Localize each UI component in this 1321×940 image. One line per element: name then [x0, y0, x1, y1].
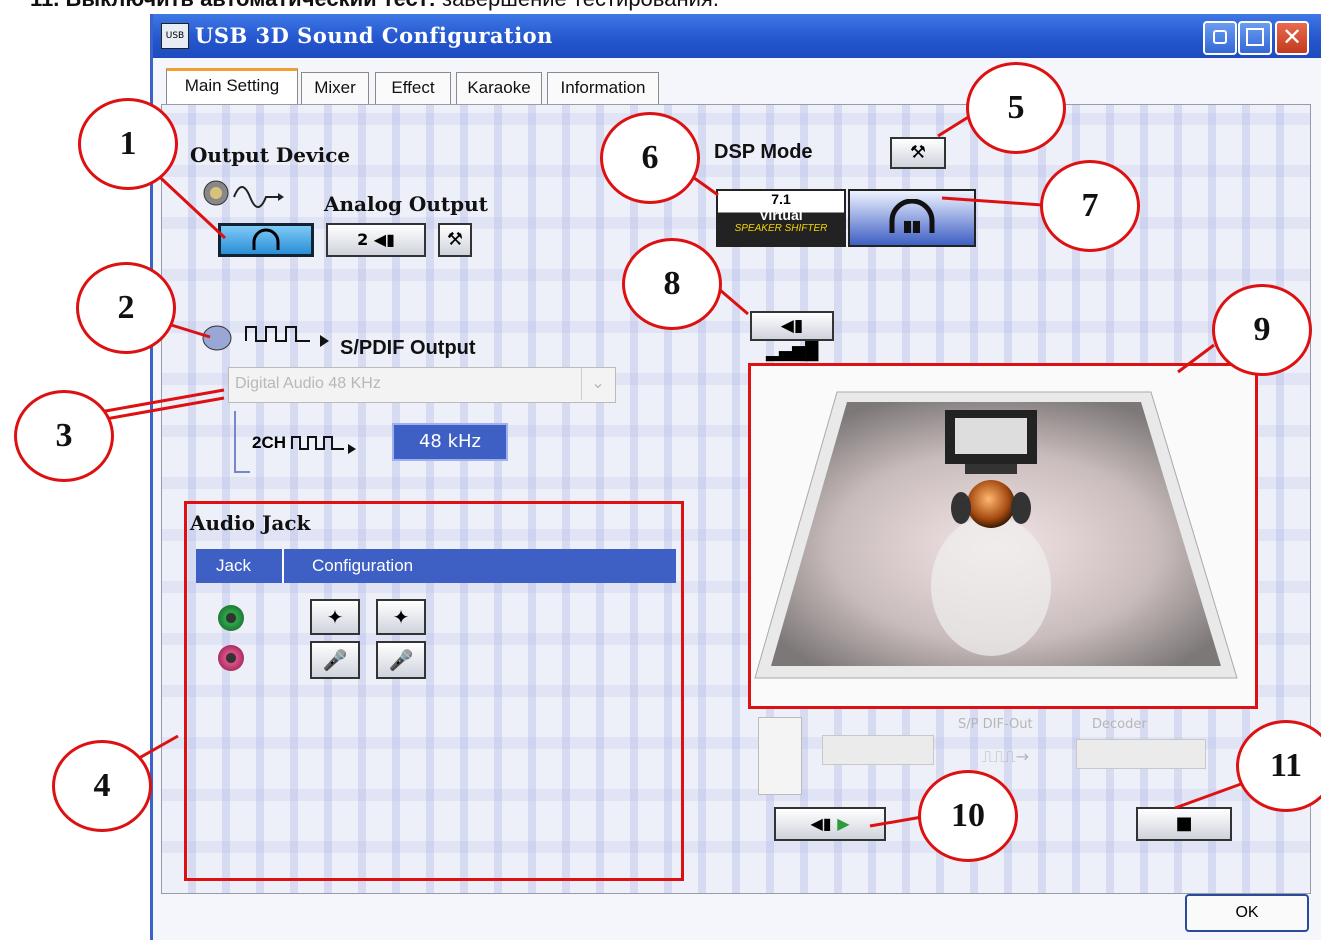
callout-4: 4	[52, 740, 152, 832]
callout-7: 7	[1040, 160, 1140, 252]
callout-10: 10	[918, 770, 1018, 862]
callout-3: 3	[14, 390, 114, 482]
callout-5: 5	[966, 62, 1066, 154]
callout-9: 9	[1212, 284, 1312, 376]
callout-6: 6	[600, 112, 700, 204]
callout-2: 2	[76, 262, 176, 354]
callout-8: 8	[622, 238, 722, 330]
callout-1: 1	[78, 98, 178, 190]
